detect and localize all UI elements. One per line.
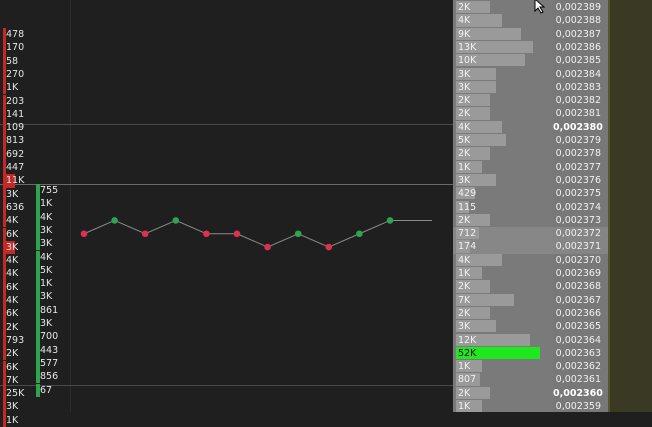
price-label[interactable]: 0,002366 — [553, 307, 601, 320]
volume-label: 2K — [458, 108, 471, 120]
volume-label: 1K — [458, 361, 471, 373]
volume-label: 1K — [458, 401, 471, 412]
volume-label: 9K — [458, 28, 471, 40]
trade-point — [386, 217, 394, 224]
trade-point — [203, 230, 210, 238]
price-label[interactable]: 0,002381 — [553, 107, 601, 120]
volume-label: 1K — [458, 161, 471, 173]
price-label[interactable]: 0,002387 — [553, 28, 601, 41]
price-label[interactable]: 0,002360 — [553, 387, 603, 400]
price-label[interactable]: 0,002379 — [553, 134, 601, 147]
volume-label: 3K — [458, 81, 471, 93]
volume-label: 115 — [458, 201, 477, 213]
volume-label: 2K — [458, 281, 471, 293]
volume-label: 2K — [458, 95, 471, 107]
volume-label: 7K — [458, 294, 471, 306]
mouse-cursor-icon — [534, 0, 546, 14]
price-label[interactable]: 0,002385 — [553, 54, 601, 67]
volume-label: 5K — [458, 135, 471, 146]
price-label[interactable]: 0,002359 — [553, 400, 601, 413]
volume-label: 2K — [458, 387, 471, 399]
volume-label: 712 — [458, 228, 477, 240]
price-line — [83, 219, 432, 248]
right-pane — [608, 0, 652, 412]
price-label[interactable]: 0,002382 — [553, 94, 601, 107]
price-label[interactable]: 0,002388 — [553, 14, 601, 27]
trade-point — [264, 243, 271, 251]
price-label[interactable]: 0,002365 — [553, 320, 601, 333]
trade-point — [356, 230, 363, 238]
trade-chart — [80, 217, 432, 251]
price-label[interactable]: 0,002386 — [553, 41, 601, 54]
price-label[interactable]: 0,002380 — [553, 121, 603, 134]
ask-volume-label: 1K — [6, 414, 19, 426]
volume-label: 174 — [458, 241, 477, 253]
volume-label: 3K — [458, 174, 471, 186]
volume-label: 4K — [458, 121, 471, 133]
price-label[interactable]: 0,002362 — [553, 360, 601, 373]
price-label[interactable]: 0,002370 — [553, 254, 601, 267]
trade-point — [294, 230, 302, 238]
price-label[interactable]: 0,002361 — [553, 373, 601, 386]
trade-point — [80, 230, 88, 238]
price-label[interactable]: 0,002383 — [553, 81, 601, 94]
price-label[interactable]: 0,002389 — [553, 1, 601, 14]
price-label[interactable]: 0,002384 — [553, 68, 601, 81]
price-label[interactable]: 0,002367 — [553, 294, 601, 307]
volume-label: 2K — [458, 2, 471, 13]
price-label[interactable]: 0,002378 — [553, 147, 601, 160]
price-label[interactable]: 0,002376 — [553, 174, 601, 187]
volume-label: 429 — [458, 188, 477, 200]
price-label[interactable]: 0,002364 — [553, 334, 601, 347]
price-label[interactable]: 0,002363 — [553, 347, 601, 360]
volume-label: 52K — [458, 347, 477, 359]
trade-point — [233, 230, 241, 238]
trade-point — [325, 243, 333, 251]
trade-point — [111, 217, 118, 224]
volume-label: 3K — [458, 321, 471, 333]
volume-label: 13K — [458, 41, 477, 53]
volume-label: 4K — [458, 15, 471, 27]
volume-label: 10K — [458, 55, 477, 67]
price-label[interactable]: 0,002374 — [553, 201, 601, 214]
price-label[interactable]: 0,002368 — [553, 280, 601, 293]
volume-label: 4K — [458, 254, 471, 266]
price-label[interactable]: 0,002377 — [553, 161, 601, 174]
price-label[interactable]: 0,002371 — [553, 240, 601, 253]
volume-label: 3K — [458, 68, 471, 80]
volume-label: 2K — [458, 148, 471, 160]
volume-label: 12K — [458, 334, 477, 346]
volume-label: 1K — [458, 268, 471, 279]
trade-point — [172, 217, 180, 224]
volume-label: 2K — [458, 214, 471, 226]
price-label[interactable]: 0,002375 — [553, 187, 601, 200]
trade-point — [141, 230, 149, 238]
price-label[interactable]: 0,002372 — [553, 227, 601, 240]
price-label[interactable]: 0,002369 — [553, 267, 601, 280]
volume-label: 807 — [458, 374, 477, 386]
price-label[interactable]: 0,002373 — [553, 214, 601, 227]
volume-label: 2K — [458, 307, 471, 319]
